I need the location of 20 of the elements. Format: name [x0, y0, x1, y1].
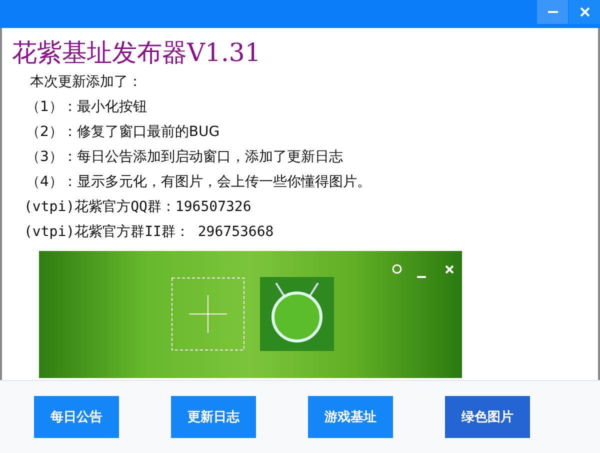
- update-note: 本次更新添加了：: [30, 73, 142, 92]
- app-logo-icon: [260, 277, 334, 351]
- group-info: (vtpi)花紫官方QQ群：196507326: [24, 198, 252, 217]
- add-icon: [171, 277, 245, 351]
- update-note: （1）：最小化按钮: [26, 98, 147, 117]
- close-icon: [580, 7, 590, 17]
- nav-button[interactable]: 游戏基址: [308, 396, 393, 438]
- nav-button[interactable]: 更新日志: [171, 396, 256, 438]
- close-button[interactable]: [569, 0, 600, 24]
- group-info: (vtpi)花紫官方群II群： 296753668: [24, 223, 274, 242]
- update-note: （3）：每日公告添加到启动窗口，添加了更新日志: [26, 148, 343, 167]
- update-note: （2）：修复了窗口最前的BUG: [26, 123, 220, 142]
- minimize-button[interactable]: [537, 0, 568, 24]
- app-title: 花紫基址发布器V1.31: [12, 37, 262, 69]
- minimize-icon: [548, 11, 558, 13]
- minimize-icon: [417, 276, 426, 278]
- nav-button[interactable]: 每日公告: [34, 396, 119, 438]
- close-icon: [445, 265, 454, 274]
- nav-button[interactable]: 绿色图片: [445, 396, 530, 438]
- update-note: （4）：显示多元化，有图片，会上传一些你懂得图片。: [26, 173, 371, 192]
